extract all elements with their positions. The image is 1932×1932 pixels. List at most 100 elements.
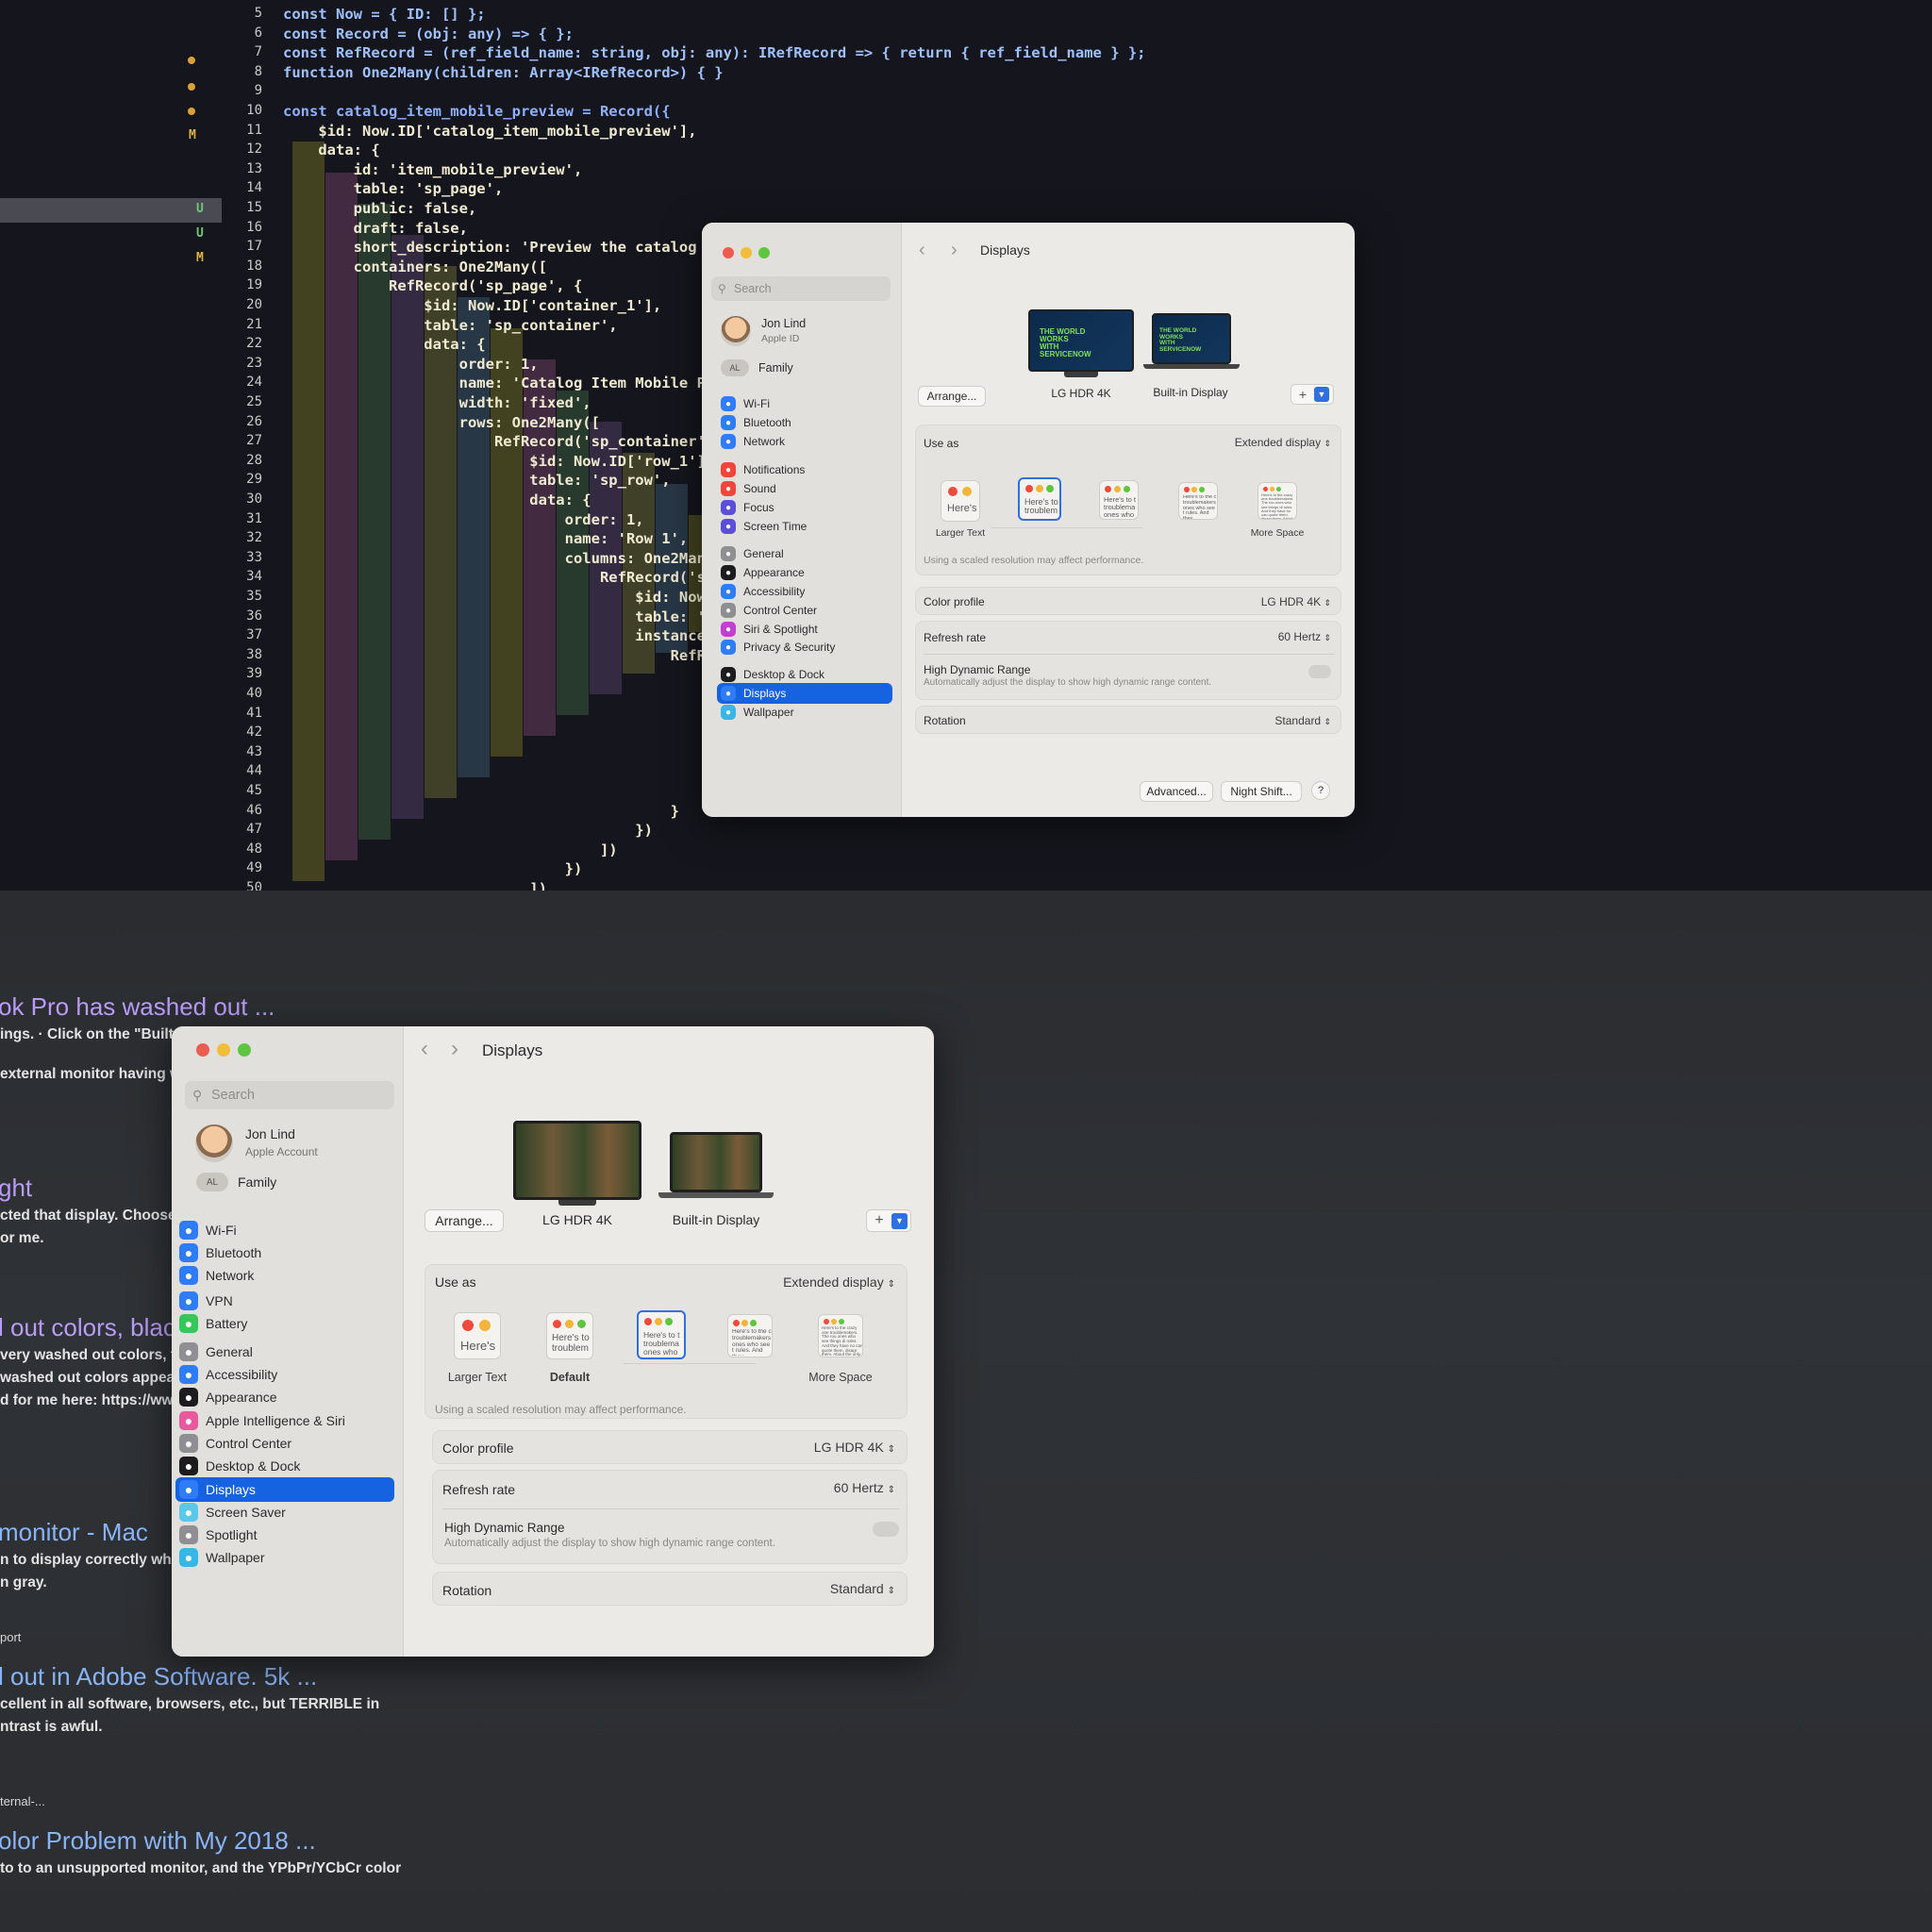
code-line[interactable]: $id: Now.ID['catalog_item_mobile_preview… (283, 123, 696, 143)
sidebar-item-bluetooth[interactable]: ● Bluetooth (175, 1241, 394, 1265)
sidebar-item-network[interactable]: ● Network (175, 1263, 394, 1288)
sidebar-item-appearance[interactable]: ● Appearance (175, 1385, 394, 1409)
advanced-button[interactable]: Advanced... (1140, 781, 1213, 802)
search-field[interactable]: ⚲ Search (185, 1081, 394, 1109)
code-line[interactable]: columns: One2Many([ (283, 550, 732, 571)
sidebar-item-displays[interactable]: ● Displays (175, 1477, 394, 1502)
help-button[interactable]: ? (1311, 781, 1330, 800)
add-display-button[interactable]: + ▼ (1291, 384, 1334, 405)
sidebar-item-accessibility[interactable]: ● Accessibility (717, 581, 892, 602)
resolution-option-3[interactable]: Here's to t troublema ones who (637, 1310, 686, 1359)
result-title[interactable]: l out colors, blacks (0, 1313, 200, 1342)
code-line[interactable]: }) (283, 822, 653, 842)
code-line[interactable]: data: { (283, 142, 379, 162)
resolution-option-default[interactable]: Here's to troublem (546, 1312, 593, 1359)
code-line[interactable]: table: 'sp_row', (283, 472, 670, 492)
color-profile-row[interactable]: Color profile LG HDR 4K ⇕ (915, 587, 1341, 615)
sidebar-item-notifications[interactable]: ● Notifications (717, 459, 892, 480)
code-line[interactable]: ]) (283, 880, 547, 891)
code-line[interactable]: const Record = (obj: any) => { }; (283, 25, 574, 46)
display-built-in[interactable]: THE WORLD WORKS WITH SERVICENOW (1152, 313, 1231, 364)
code-line[interactable]: RefRecord('sp_container', { (283, 433, 732, 454)
resolution-option-4[interactable]: Here's to the c troublemakers ones who s… (1178, 482, 1218, 520)
forward-icon[interactable]: › (951, 240, 958, 261)
sidebar-item-apple-intelligence-siri[interactable]: ● Apple Intelligence & Siri (175, 1408, 394, 1433)
sidebar-item-screen-saver[interactable]: ● Screen Saver (175, 1500, 394, 1524)
slider-track[interactable] (991, 527, 1142, 528)
rotation-row[interactable]: Rotation Standard ⇕ (915, 706, 1341, 734)
account-name[interactable]: Jon Lind (761, 317, 806, 330)
arrange-button[interactable]: Arrange... (425, 1209, 504, 1232)
hdr-toggle[interactable] (873, 1522, 899, 1537)
code-line[interactable]: function One2Many(children: Array<IRefRe… (283, 64, 724, 85)
code-line[interactable]: } (283, 803, 679, 824)
sidebar-item-sound[interactable]: ● Sound (717, 478, 892, 499)
code-line[interactable]: id: 'item_mobile_preview', (283, 161, 583, 182)
code-line[interactable]: order: 1, (283, 356, 539, 376)
minimize-button[interactable] (741, 247, 752, 258)
sidebar-item-spotlight[interactable]: ● Spotlight (175, 1523, 394, 1547)
avatar[interactable] (721, 316, 751, 346)
code-line[interactable]: rows: One2Many([ (283, 414, 600, 435)
display-lg-hdr-4k[interactable] (513, 1121, 641, 1200)
color-profile-row[interactable]: Color profile LG HDR 4K ⇕ (432, 1430, 908, 1464)
code-line[interactable]: instances: (283, 627, 723, 648)
account-name[interactable]: Jon Lind (245, 1126, 295, 1141)
result-title[interactable]: ght (0, 1174, 32, 1203)
sidebar-item-wi-fi[interactable]: ● Wi-Fi (717, 393, 892, 414)
code-line[interactable]: draft: false, (283, 220, 468, 241)
sidebar-item-desktop-dock[interactable]: ● Desktop & Dock (175, 1454, 394, 1478)
hdr-toggle[interactable] (1308, 665, 1331, 678)
sidebar-item-family[interactable]: AL Family (721, 358, 793, 377)
refresh-rate-select[interactable]: 60 Hertz ⇕ (834, 1480, 895, 1495)
code-line[interactable]: const catalog_item_mobile_preview = Reco… (283, 103, 671, 124)
rotation-select[interactable]: Standard ⇕ (1274, 714, 1331, 727)
display-built-in[interactable] (670, 1132, 762, 1192)
sidebar-item-accessibility[interactable]: ● Accessibility (175, 1362, 394, 1387)
use-as-select[interactable]: Extended display ⇕ (783, 1274, 895, 1290)
code-line[interactable]: $id: Now.ID['row_1'], (283, 453, 714, 474)
resolution-option-4[interactable]: Here's to the c troublemakers ones who s… (727, 1314, 773, 1357)
zoom-button[interactable] (758, 247, 770, 258)
sidebar-item-displays[interactable]: ● Displays (717, 683, 892, 704)
code-line[interactable]: width: 'fixed', (283, 394, 591, 415)
code-line[interactable]: table: 'sp_page', (283, 180, 504, 201)
result-title[interactable]: ok Pro has washed out ... (0, 992, 275, 1022)
code-line[interactable]: const Now = { ID: [] }; (283, 6, 486, 26)
code-line[interactable]: name: 'Catalog Item Mobile Prev (283, 375, 732, 395)
sidebar-item-battery[interactable]: ● Battery (175, 1311, 394, 1336)
slider-track[interactable] (624, 1363, 756, 1364)
sidebar-item-network[interactable]: ● Network (717, 431, 892, 452)
resolution-option-3[interactable]: Here's to t troublema ones who (1099, 480, 1139, 520)
search-field[interactable]: ⚲ Search (711, 276, 891, 301)
sidebar-item-control-center[interactable]: ● Control Center (175, 1431, 394, 1456)
forward-icon[interactable]: › (451, 1036, 458, 1062)
code-line[interactable]: name: 'Row 1', (283, 530, 689, 551)
back-icon[interactable]: ‹ (421, 1036, 428, 1062)
close-button[interactable] (196, 1043, 209, 1057)
add-display-button[interactable]: + ▼ (866, 1209, 911, 1232)
sidebar-item-family[interactable]: AL Family (196, 1172, 276, 1192)
resolution-option-more-space[interactable]: Here's to the crazy one troublemakers. T… (818, 1314, 863, 1357)
code-line[interactable]: $id: Now.ID (283, 589, 732, 609)
refresh-rate-select[interactable]: 60 Hertz ⇕ (1278, 630, 1331, 643)
sidebar-item-vpn[interactable]: ● VPN (175, 1289, 394, 1313)
code-line[interactable]: table: 'sp_ (283, 608, 732, 629)
zoom-button[interactable] (238, 1043, 251, 1057)
rotation-row[interactable]: Rotation Standard ⇕ (432, 1572, 908, 1606)
code-line[interactable]: dat (283, 686, 732, 707)
code-line[interactable]: table: 'sp_container', (283, 317, 617, 338)
sidebar-item-desktop-dock[interactable]: ● Desktop & Dock (717, 664, 892, 685)
resolution-option-larger-text[interactable]: Here's (454, 1312, 501, 1359)
code-line[interactable]: const RefRecord = (ref_field_name: strin… (283, 44, 1146, 65)
code-line[interactable]: data: { (283, 491, 591, 512)
code-line[interactable]: $id (283, 666, 732, 687)
sidebar-item-bluetooth[interactable]: ● Bluetooth (717, 412, 892, 433)
sidebar-item-wallpaper[interactable]: ● Wallpaper (175, 1545, 394, 1570)
resolution-option-more-space[interactable]: Here's to the crazy one troublemakers. T… (1257, 482, 1297, 520)
result-source[interactable]: ternal-... (0, 1794, 45, 1808)
minimize-button[interactable] (217, 1043, 230, 1057)
result-source[interactable]: port (0, 1630, 21, 1644)
result-title[interactable]: l out in Adobe Software. 5k ... (0, 1662, 317, 1691)
sidebar-item-screen-time[interactable]: ● Screen Time (717, 516, 892, 537)
